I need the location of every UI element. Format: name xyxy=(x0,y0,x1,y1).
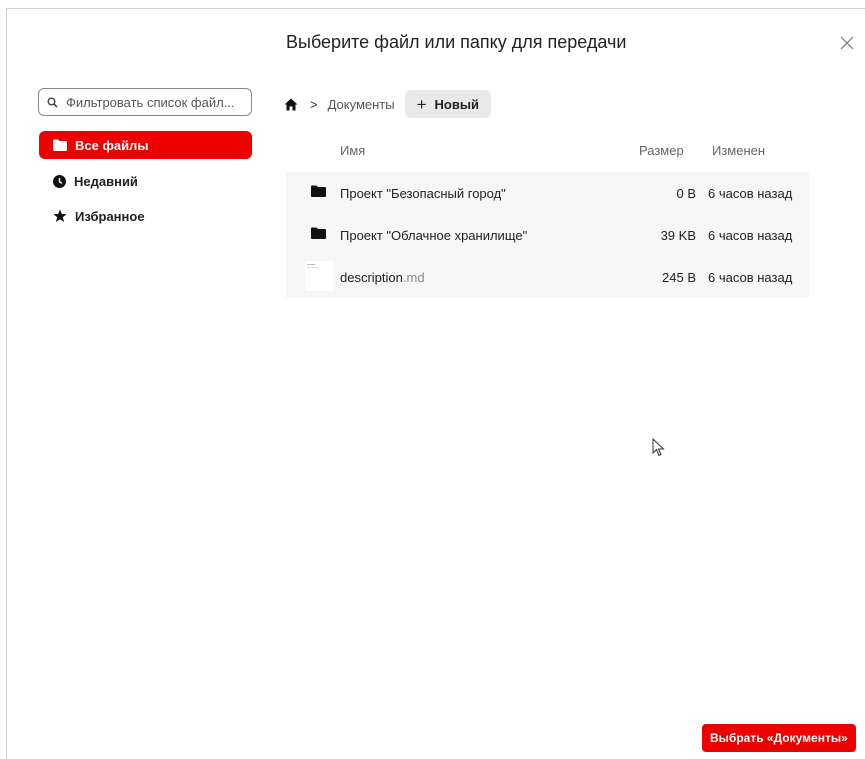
breadcrumb: > Документы + Новый xyxy=(284,90,491,118)
sidebar-item-recent[interactable]: Недавний xyxy=(39,167,252,195)
table-row[interactable]: description.md 245 B 6 часов назад xyxy=(286,256,809,298)
select-documents-button[interactable]: Выбрать «Документы» xyxy=(702,724,856,752)
filter-input[interactable] xyxy=(64,93,248,111)
file-picker-dialog xyxy=(6,8,865,759)
folder-icon xyxy=(311,227,326,239)
new-button[interactable]: + Новый xyxy=(404,90,491,118)
file-list: Проект "Безопасный город" 0 B 6 часов на… xyxy=(286,172,809,298)
file-name: description.md xyxy=(340,270,425,285)
table-row[interactable]: Проект "Безопасный город" 0 B 6 часов на… xyxy=(286,172,809,214)
sidebar-item-label: Все файлы xyxy=(75,137,149,153)
home-button[interactable] xyxy=(284,98,298,111)
file-thumbnail xyxy=(305,261,333,291)
document-preview-icon xyxy=(307,264,319,268)
plus-icon: + xyxy=(416,94,427,114)
file-modified: 6 часов назад xyxy=(708,186,793,201)
file-name: Проект "Безопасный город" xyxy=(340,186,506,201)
sidebar-item-all-files[interactable]: Все файлы xyxy=(39,131,252,159)
sidebar-item-label: Избранное xyxy=(75,208,145,224)
close-icon xyxy=(840,36,854,50)
search-icon xyxy=(47,97,58,108)
table-header: Имя Размер Изменен xyxy=(286,140,800,160)
file-size: 0 B xyxy=(676,186,696,201)
clock-icon xyxy=(53,174,66,188)
filter-field[interactable] xyxy=(38,88,252,116)
file-name: Проект "Облачное хранилище" xyxy=(340,228,528,243)
folder-icon xyxy=(53,139,67,151)
table-row[interactable]: Проект "Облачное хранилище" 39 KB 6 часо… xyxy=(286,214,809,256)
breadcrumb-separator: > xyxy=(310,96,318,112)
sidebar-item-label: Недавний xyxy=(74,173,138,189)
folder-icon xyxy=(311,185,326,197)
file-modified: 6 часов назад xyxy=(708,270,793,285)
sidebar-item-favorites[interactable]: Избранное xyxy=(39,202,252,230)
star-icon xyxy=(53,209,67,222)
file-modified: 6 часов назад xyxy=(708,228,793,243)
column-header-modified[interactable]: Изменен xyxy=(712,143,765,158)
new-button-label: Новый xyxy=(434,96,479,112)
column-header-name[interactable]: Имя xyxy=(340,143,365,158)
breadcrumb-current[interactable]: Документы xyxy=(328,97,395,112)
mouse-cursor-icon xyxy=(652,438,665,457)
column-header-size[interactable]: Размер xyxy=(639,143,684,158)
file-size: 39 KB xyxy=(660,228,696,243)
file-size: 245 B xyxy=(662,270,696,285)
file-extension: .md xyxy=(402,270,425,285)
home-icon xyxy=(284,98,298,110)
dialog-title: Выберите файл или папку для передачи xyxy=(286,32,627,52)
close-button[interactable] xyxy=(838,34,856,52)
